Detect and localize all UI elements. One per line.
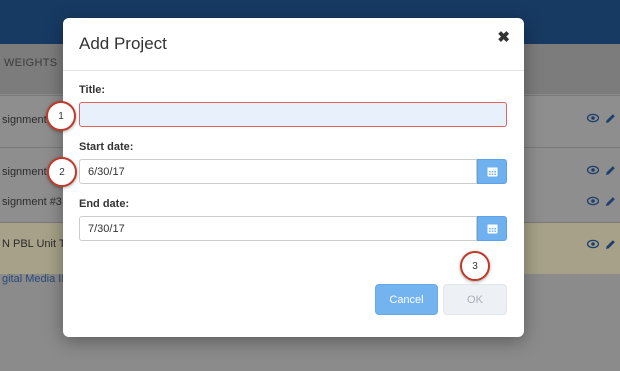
eye-icon[interactable]: [587, 113, 599, 123]
eye-icon[interactable]: [587, 239, 599, 249]
course-link[interactable]: gital Media II: [2, 273, 64, 285]
dialog-title: Add Project: [79, 34, 167, 53]
start-date-calendar-button[interactable]: [477, 159, 507, 184]
eye-icon[interactable]: [587, 196, 599, 206]
pencil-icon[interactable]: [605, 165, 616, 176]
eye-icon[interactable]: [587, 165, 599, 175]
callout-1: 1: [46, 101, 76, 131]
start-date-input[interactable]: [79, 159, 477, 184]
title-input[interactable]: [79, 102, 507, 127]
cancel-button[interactable]: Cancel: [375, 284, 438, 315]
start-date-label: Start date:: [79, 141, 134, 153]
title-label: Title:: [79, 84, 106, 96]
end-date-label: End date:: [79, 198, 130, 210]
list-item-title: N PBL Unit T: [2, 238, 66, 250]
ok-button[interactable]: OK: [443, 284, 507, 315]
pencil-icon[interactable]: [605, 113, 616, 124]
list-item-title: signment #3: [2, 196, 62, 208]
add-project-dialog: Add Project ✖ Title: Start date: End dat…: [63, 18, 524, 337]
header-divider: [63, 70, 524, 71]
calendar-icon: [487, 167, 497, 177]
callout-3: 3: [460, 251, 490, 281]
end-date-calendar-button[interactable]: [477, 216, 507, 241]
close-icon[interactable]: ✖: [497, 30, 510, 45]
end-date-input[interactable]: [79, 216, 477, 241]
pencil-icon[interactable]: [605, 239, 616, 250]
calendar-icon: [487, 224, 497, 234]
weights-column-header: WEIGHTS: [4, 57, 58, 69]
pencil-icon[interactable]: [605, 196, 616, 207]
callout-2: 2: [47, 157, 77, 187]
